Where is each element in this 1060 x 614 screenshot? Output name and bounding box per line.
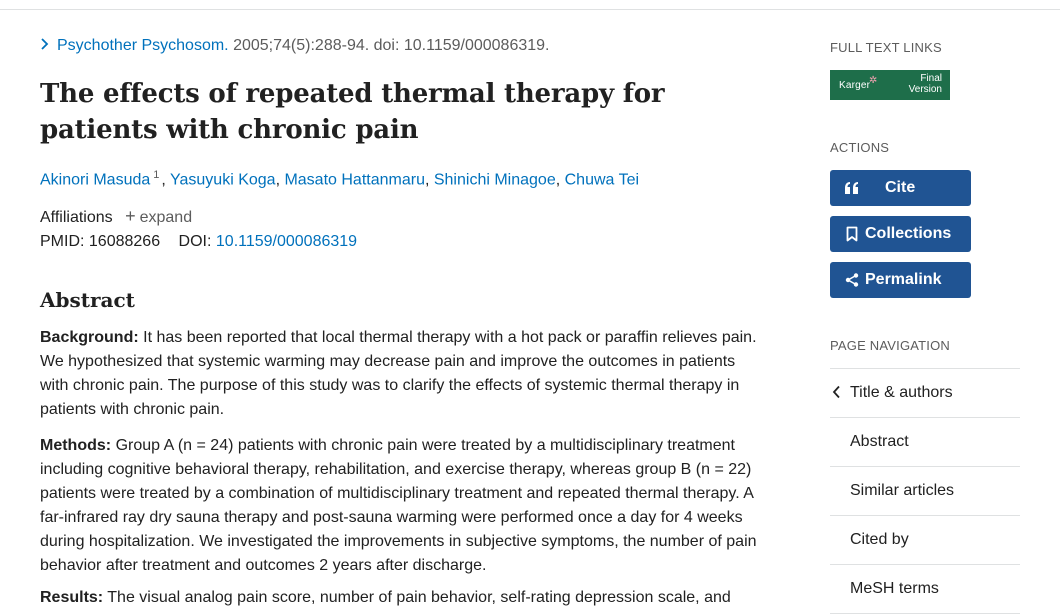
- doi-label: DOI:: [178, 233, 212, 250]
- chevron-left-icon: [832, 385, 841, 404]
- full-text-links-heading: FULL TEXT LINKS: [830, 40, 942, 55]
- nav-mesh-terms[interactable]: MeSH terms: [830, 565, 1020, 614]
- affiliation-ref[interactable]: 1: [153, 169, 159, 181]
- final-version-label: Final Version: [908, 73, 942, 95]
- karger-star-icon: ✲: [869, 75, 878, 86]
- bookmark-icon: [842, 224, 862, 244]
- author-link[interactable]: Yasuyuki Koga: [170, 171, 276, 188]
- citation-details: 2005;74(5):288-94. doi: 10.1159/00008631…: [233, 37, 550, 54]
- pmid-label: PMID:: [40, 233, 85, 250]
- authors-list: Akinori Masuda 1, Yasuyuki Koga, Masato H…: [40, 169, 640, 189]
- affiliations-expand-button[interactable]: + expand: [125, 206, 192, 226]
- quote-icon: [842, 178, 862, 198]
- background-label: Background:: [40, 329, 139, 346]
- affiliations: Affiliations + expand: [40, 206, 192, 227]
- nav-abstract[interactable]: Abstract: [830, 418, 1020, 467]
- article-title: The effects of repeated thermal therapy …: [40, 79, 665, 145]
- nav-cited-by[interactable]: Cited by: [830, 516, 1020, 565]
- article-ids: PMID: 16088266 DOI: 10.1159/000086319: [40, 233, 357, 251]
- collections-button[interactable]: Collections: [830, 216, 971, 252]
- karger-full-text-link[interactable]: Karger ✲ Final Version: [830, 70, 950, 100]
- cite-button[interactable]: Cite: [830, 170, 971, 206]
- nav-title-authors[interactable]: Title & authors: [830, 369, 1020, 418]
- abstract-heading: Abstract: [40, 288, 135, 312]
- abstract-background: Background: It has been reported that lo…: [40, 329, 757, 418]
- page-navigation: Title & authors Abstract Similar article…: [830, 368, 1020, 614]
- permalink-button[interactable]: Permalink: [830, 262, 971, 298]
- author-link[interactable]: Masato Hattanmaru: [284, 171, 425, 188]
- citation: Psychother Psychosom. 2005;74(5):288-94.…: [40, 37, 550, 55]
- affiliations-label: Affiliations: [40, 209, 113, 226]
- pmid-value: 16088266: [88, 233, 161, 250]
- doi-link[interactable]: 10.1159/000086319: [216, 233, 357, 250]
- results-label: Results:: [40, 589, 104, 606]
- karger-logo-text: Karger: [839, 80, 871, 91]
- top-divider: [0, 0, 1060, 10]
- plus-icon: +: [125, 206, 136, 226]
- author-link[interactable]: Chuwa Tei: [565, 171, 639, 188]
- actions-heading: ACTIONS: [830, 140, 890, 155]
- author-link[interactable]: Shinichi Minagoe: [434, 171, 556, 188]
- page-navigation-heading: PAGE NAVIGATION: [830, 338, 951, 353]
- abstract-results: Results: The visual analog pain score, n…: [40, 589, 731, 606]
- nav-similar-articles[interactable]: Similar articles: [830, 467, 1020, 516]
- journal-link[interactable]: Psychother Psychosom.: [57, 37, 229, 54]
- share-icon: [842, 270, 862, 290]
- chevron-right-icon[interactable]: [40, 37, 57, 55]
- author-link[interactable]: Akinori Masuda: [40, 171, 150, 188]
- abstract-methods: Methods: Group A (n = 24) patients with …: [40, 437, 757, 574]
- methods-label: Methods:: [40, 437, 112, 454]
